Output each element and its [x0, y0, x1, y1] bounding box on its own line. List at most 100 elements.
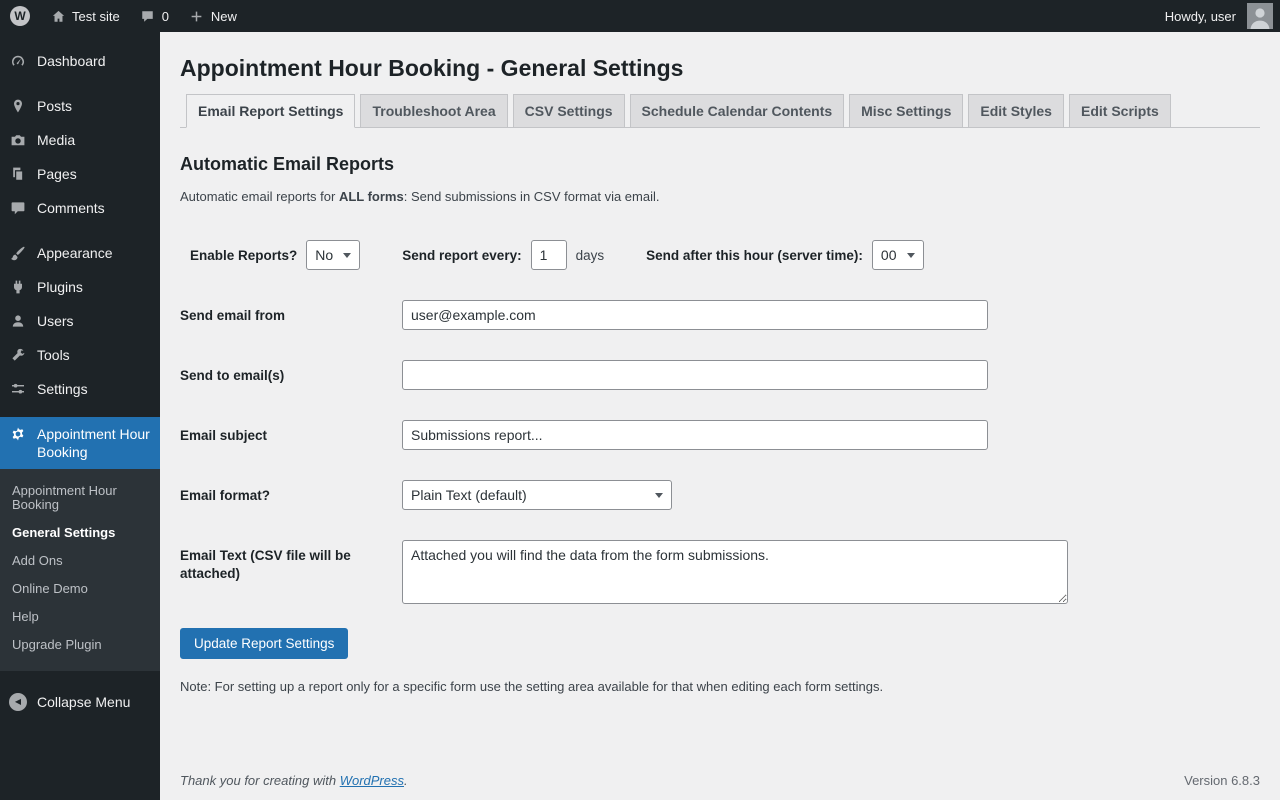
menu-separator — [0, 78, 160, 89]
note-text: Note: For setting up a report only for a… — [180, 679, 1260, 694]
email-text-textarea[interactable]: Attached you will find the data from the… — [402, 540, 1068, 604]
plugins-icon — [8, 278, 28, 296]
footer: Thank you for creating with WordPress. V… — [180, 773, 1260, 788]
send-from-label: Send email from — [180, 300, 402, 330]
wordpress-logo-icon: W — [10, 6, 30, 26]
footer-version: Version 6.8.3 — [1184, 773, 1260, 788]
sidebar-item-posts[interactable]: Posts — [0, 89, 160, 123]
sidebar-item-users[interactable]: Users — [0, 304, 160, 338]
sidebar-item-tools[interactable]: Tools — [0, 338, 160, 372]
tab-email-report-settings[interactable]: Email Report Settings — [186, 94, 355, 128]
report-interval-label: Send report every: — [402, 248, 521, 263]
email-format-label: Email format? — [180, 480, 402, 510]
posts-icon — [8, 97, 28, 115]
sidebar-item-pages[interactable]: Pages — [0, 157, 160, 191]
sidebar-item-comments[interactable]: Comments — [0, 191, 160, 225]
site-name-label: Test site — [72, 9, 120, 24]
footer-thanks: Thank you for creating with WordPress. — [180, 773, 408, 788]
sidebar-item-label: Plugins — [37, 278, 83, 296]
comments-shortcut[interactable]: 0 — [130, 0, 179, 32]
sidebar-item-label: Pages — [37, 165, 77, 183]
dashboard-icon — [8, 52, 28, 70]
sidebar-item-dashboard[interactable]: Dashboard — [0, 44, 160, 78]
user-avatar[interactable] — [1247, 3, 1273, 29]
users-icon — [8, 312, 28, 330]
media-icon — [8, 131, 28, 149]
update-report-settings-button[interactable]: Update Report Settings — [180, 628, 348, 659]
days-suffix: days — [576, 248, 605, 263]
sidebar-item-label: Settings — [37, 380, 88, 398]
email-text-row: Email Text (CSV file will be attached) A… — [180, 540, 1260, 604]
tab-edit-scripts[interactable]: Edit Scripts — [1069, 94, 1171, 128]
sidebar-item-label: Media — [37, 131, 75, 149]
submenu-item-online-demo[interactable]: Online Demo — [0, 575, 160, 603]
submenu-item-add-ons[interactable]: Add Ons — [0, 547, 160, 575]
sidebar-item-appointment-hour-booking[interactable]: Appointment Hour Booking — [0, 417, 160, 469]
site-name-link[interactable]: Test site — [40, 0, 130, 32]
report-interval-input[interactable] — [531, 240, 567, 270]
sidebar-item-label: Dashboard — [37, 52, 106, 70]
sidebar-item-label: Comments — [37, 199, 105, 217]
enable-reports-select[interactable]: No — [306, 240, 360, 270]
sidebar-item-appearance[interactable]: Appearance — [0, 236, 160, 270]
menu-separator — [0, 225, 160, 236]
sidebar-item-label: Users — [37, 312, 74, 330]
email-format-select[interactable]: Plain Text (default) — [402, 480, 672, 510]
send-to-row: Send to email(s) — [180, 360, 1260, 390]
sidebar-item-plugins[interactable]: Plugins — [0, 270, 160, 304]
tab-schedule-calendar-contents[interactable]: Schedule Calendar Contents — [630, 94, 845, 128]
tab-edit-styles[interactable]: Edit Styles — [968, 94, 1064, 128]
appointment-submenu: Appointment Hour Booking General Setting… — [0, 469, 160, 671]
submenu-item-upgrade-plugin[interactable]: Upgrade Plugin — [0, 631, 160, 659]
submenu-item-help[interactable]: Help — [0, 603, 160, 631]
tab-csv-settings[interactable]: CSV Settings — [513, 94, 625, 128]
comment-count: 0 — [162, 9, 169, 24]
settings-tabs: Email Report Settings Troubleshoot Area … — [180, 94, 1260, 128]
intro-text: Automatic email reports for ALL forms: S… — [180, 189, 1260, 204]
sidebar-item-label: Appearance — [37, 244, 113, 262]
section-title: Automatic Email Reports — [180, 154, 1260, 175]
plus-icon — [189, 8, 205, 24]
main-content: Appointment Hour Booking - General Setti… — [160, 32, 1280, 800]
collapse-menu-button[interactable]: ◀ Collapse Menu — [0, 685, 160, 719]
new-content-menu[interactable]: New — [179, 0, 247, 32]
report-schedule-row: Enable Reports? No Send report every: da… — [180, 240, 1260, 270]
wordpress-logo-menu[interactable]: W — [0, 0, 40, 32]
submenu-item-general-settings[interactable]: General Settings — [0, 519, 160, 547]
new-label: New — [211, 9, 237, 24]
home-icon — [50, 8, 66, 24]
send-to-input[interactable] — [402, 360, 988, 390]
submit-row: Update Report Settings — [180, 628, 1260, 659]
submenu-item-appointment-hour-booking[interactable]: Appointment Hour Booking — [0, 477, 160, 519]
tab-misc-settings[interactable]: Misc Settings — [849, 94, 963, 128]
email-text-label: Email Text (CSV file will be attached) — [180, 540, 402, 604]
pages-icon — [8, 165, 28, 183]
howdy-text: Howdy, user — [1165, 9, 1236, 24]
gear-icon — [8, 425, 28, 443]
report-hour-select[interactable]: 00 — [872, 240, 924, 270]
admin-bar: W Test site 0 New Howdy, user — [0, 0, 1280, 32]
wordpress-link[interactable]: WordPress — [340, 773, 404, 788]
email-subject-input[interactable] — [402, 420, 988, 450]
tools-icon — [8, 346, 28, 364]
email-subject-row: Email subject — [180, 420, 1260, 450]
sidebar-item-media[interactable]: Media — [0, 123, 160, 157]
howdy-user-menu[interactable]: Howdy, user — [1162, 9, 1239, 24]
send-from-row: Send email from — [180, 300, 1260, 330]
page-title: Appointment Hour Booking - General Setti… — [180, 46, 1260, 86]
settings-icon — [8, 380, 28, 398]
menu-separator — [0, 406, 160, 417]
sidebar-item-settings[interactable]: Settings — [0, 372, 160, 406]
sidebar-item-label: Tools — [37, 346, 70, 364]
comments-icon — [8, 199, 28, 217]
appearance-icon — [8, 244, 28, 262]
tab-troubleshoot-area[interactable]: Troubleshoot Area — [360, 94, 507, 128]
comment-bubble-icon — [140, 8, 156, 24]
email-format-row: Email format? Plain Text (default) — [180, 480, 1260, 510]
sidebar-item-label: Appointment Hour Booking — [37, 425, 152, 461]
collapse-menu-label: Collapse Menu — [37, 693, 130, 711]
enable-reports-label: Enable Reports? — [190, 248, 297, 263]
send-from-input[interactable] — [402, 300, 988, 330]
email-subject-label: Email subject — [180, 420, 402, 450]
collapse-arrow-icon: ◀ — [8, 693, 28, 711]
